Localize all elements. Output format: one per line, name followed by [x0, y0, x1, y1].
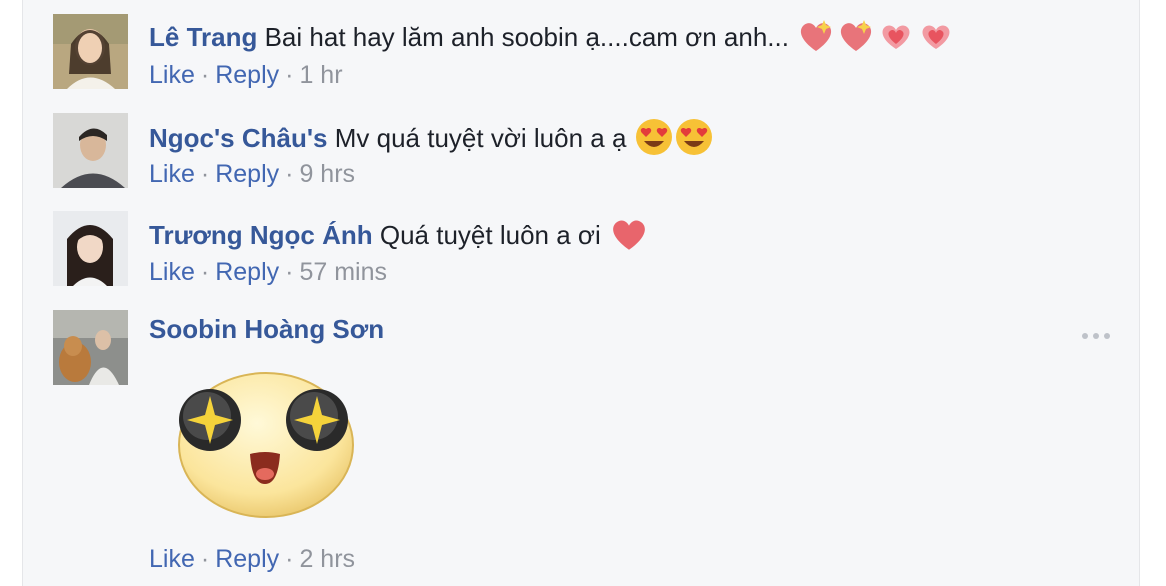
comment-author[interactable]: Ngọc's Châu's [149, 123, 328, 153]
avatar[interactable] [53, 211, 128, 286]
like-link[interactable]: Like [149, 160, 195, 188]
comment-author[interactable]: Lê Trang [149, 22, 257, 52]
comment-body: Mv quá tuyệt vời luôn a ạ [334, 122, 627, 153]
comment-actions: Like · Reply · 9 hrs [149, 159, 355, 189]
comment-timestamp[interactable]: 2 hrs [299, 545, 355, 573]
like-link[interactable]: Like [149, 258, 195, 286]
comment-actions: Like · Reply · 1 hr [149, 60, 343, 90]
comment-body: Bai hat hay lăm anh soobin ạ....cam ơn a… [264, 21, 789, 52]
like-link[interactable]: Like [149, 61, 195, 89]
heart-icon [608, 215, 650, 259]
separator-dot: · [285, 258, 294, 286]
ellipsis-icon[interactable] [1081, 320, 1111, 346]
reply-link[interactable]: Reply [215, 258, 279, 286]
heart-eyes-icon [674, 117, 714, 163]
heart-icon [876, 18, 916, 60]
avatar[interactable] [53, 310, 128, 385]
like-link[interactable]: Like [149, 545, 195, 573]
comment-body: Quá tuyệt luôn a ơi [379, 219, 601, 250]
separator-dot: · [285, 61, 294, 89]
sparkling-heart-icon [836, 18, 876, 60]
separator-dot: · [200, 258, 210, 286]
comment-timestamp[interactable]: 9 hrs [299, 160, 355, 188]
separator-dot: · [200, 545, 210, 573]
comment-actions: Like · Reply · 2 hrs [149, 544, 355, 574]
comment-timestamp[interactable]: 1 hr [299, 61, 342, 89]
sparkling-heart-icon [796, 18, 836, 60]
reply-link[interactable]: Reply [215, 61, 279, 89]
separator-dot: · [200, 61, 210, 89]
heart-eyes-icon [634, 117, 674, 163]
avatar[interactable] [53, 113, 128, 188]
comments-panel: Lê Trang Bai hat hay lăm anh soobin ạ...… [22, 0, 1140, 586]
separator-dot: · [285, 160, 294, 188]
comment-text-line: Lê Trang Bai hat hay lăm anh soobin ạ...… [149, 18, 956, 60]
comment-text-line: Trương Ngọc Ánh Quá tuyệt luôn a ơi [149, 215, 650, 259]
comment-author[interactable]: Soobin Hoàng Sơn [149, 314, 384, 344]
comment-author[interactable]: Trương Ngọc Ánh [149, 220, 373, 250]
reply-link[interactable]: Reply [215, 160, 279, 188]
comment-text-line: Ngọc's Châu's Mv quá tuyệt vời luôn a ạ [149, 117, 714, 163]
avatar[interactable] [53, 14, 128, 89]
comment-text-line: Soobin Hoàng Sơn [149, 314, 384, 344]
separator-dot: · [200, 160, 210, 188]
heart-icon [916, 18, 956, 60]
sparkle-eyes-sticker [177, 366, 355, 525]
comment-actions: Like · Reply · 57 mins [149, 257, 387, 287]
separator-dot: · [285, 545, 294, 573]
reply-link[interactable]: Reply [215, 545, 279, 573]
comment-timestamp[interactable]: 57 mins [299, 258, 387, 286]
